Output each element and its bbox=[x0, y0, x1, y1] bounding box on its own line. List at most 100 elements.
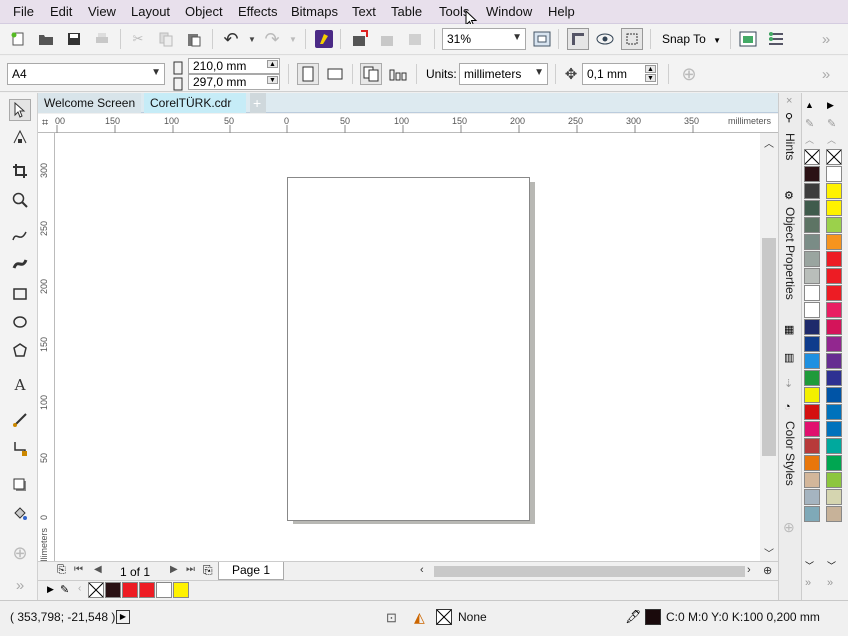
color-swatch[interactable] bbox=[826, 268, 842, 284]
color-swatch[interactable] bbox=[804, 387, 820, 403]
color-swatch[interactable] bbox=[804, 166, 820, 182]
add-tool-icon[interactable]: ⊕ bbox=[10, 543, 30, 563]
document-color-swatch[interactable] bbox=[173, 582, 189, 598]
document-color-icon[interactable]: ⊡ bbox=[386, 610, 397, 626]
tab-document[interactable]: CorelTÜRK.cdr bbox=[144, 93, 246, 113]
publish-pdf-icon[interactable] bbox=[406, 29, 426, 49]
menu-edit[interactable]: Edit bbox=[50, 4, 72, 19]
spin-down-icon[interactable]: ▼ bbox=[645, 74, 656, 82]
color-swatch[interactable] bbox=[804, 183, 820, 199]
menu-file[interactable]: File bbox=[13, 4, 34, 19]
show-rulers-icon[interactable] bbox=[567, 28, 589, 50]
toolbar-overflow-icon[interactable]: » bbox=[816, 29, 836, 49]
new-tab-icon[interactable]: + bbox=[250, 93, 266, 113]
outline-color-swatch[interactable] bbox=[645, 609, 661, 625]
add-page-icon[interactable]: ⎘ bbox=[203, 563, 213, 578]
color-swatch[interactable] bbox=[826, 370, 842, 386]
color-swatch[interactable] bbox=[804, 268, 820, 284]
color-swatch[interactable] bbox=[804, 472, 820, 488]
copy-icon[interactable] bbox=[156, 29, 176, 49]
color-swatch[interactable] bbox=[804, 404, 820, 420]
color-swatch[interactable] bbox=[804, 353, 820, 369]
parallel-dimension-icon[interactable] bbox=[10, 410, 30, 430]
all-pages-icon[interactable] bbox=[360, 63, 382, 85]
tab-welcome-screen[interactable]: Welcome Screen bbox=[38, 93, 142, 113]
ellipse-tool-icon[interactable] bbox=[10, 312, 30, 332]
show-guidelines-icon[interactable] bbox=[621, 28, 643, 50]
landscape-icon[interactable] bbox=[325, 64, 345, 84]
scroll-left-icon[interactable]: ‹ bbox=[420, 564, 424, 576]
scroll-right-icon[interactable]: › bbox=[747, 564, 751, 576]
spin-up-icon[interactable]: ▲ bbox=[267, 60, 278, 68]
document-color-swatch[interactable] bbox=[156, 582, 172, 598]
crop-tool-icon[interactable] bbox=[10, 161, 30, 181]
view-grid-icon[interactable] bbox=[595, 29, 615, 49]
color-swatch[interactable] bbox=[826, 200, 842, 216]
color-swatch[interactable] bbox=[804, 285, 820, 301]
vertical-scrollbar[interactable]: ︿ ﹀ bbox=[760, 133, 778, 561]
eyedropper-icon[interactable]: ✎ bbox=[827, 117, 836, 130]
ruler-origin-icon[interactable]: ⌗ bbox=[42, 117, 48, 130]
page-width-field[interactable]: 210,0 mm ▲ bbox=[188, 58, 280, 74]
color-swatch[interactable] bbox=[826, 438, 842, 454]
color-swatch[interactable] bbox=[804, 200, 820, 216]
menu-object[interactable]: Object bbox=[185, 4, 223, 19]
scroll-down-icon[interactable]: ﹀ bbox=[764, 545, 774, 560]
scroll-up-icon[interactable]: ︿ bbox=[764, 135, 774, 150]
color-swatch[interactable] bbox=[804, 234, 820, 250]
drawing-page[interactable] bbox=[287, 177, 530, 521]
drop-shadow-tool-icon[interactable] bbox=[10, 475, 30, 495]
units-dropdown[interactable]: millimeters ▼ bbox=[459, 63, 548, 85]
page-options-icon[interactable]: ⎘ bbox=[57, 564, 66, 577]
color-swatch[interactable] bbox=[826, 489, 842, 505]
search-content-icon[interactable] bbox=[314, 29, 334, 49]
tab-page-1[interactable]: Page 1 bbox=[218, 562, 284, 580]
color-swatch[interactable] bbox=[826, 251, 842, 267]
color-swatch[interactable] bbox=[826, 404, 842, 420]
status-menu-icon[interactable]: ▶ bbox=[116, 610, 130, 624]
color-swatch[interactable] bbox=[826, 421, 842, 437]
open-folder-icon[interactable] bbox=[36, 29, 56, 49]
menu-window[interactable]: Window bbox=[486, 4, 532, 19]
color-docker-icon[interactable]: ▥ bbox=[784, 351, 794, 364]
fill-none-swatch[interactable] bbox=[436, 609, 452, 625]
palette-scroll-down-icon[interactable]: ﹀ bbox=[827, 559, 836, 572]
add-icon[interactable]: ⊕ bbox=[679, 64, 699, 84]
toolbar-overflow-icon[interactable]: » bbox=[816, 64, 836, 84]
color-swatch[interactable] bbox=[826, 353, 842, 369]
eyedropper-icon[interactable]: ✎ bbox=[805, 117, 814, 130]
zoom-tool-icon[interactable] bbox=[10, 190, 30, 210]
spin-up-icon[interactable]: ▲ bbox=[645, 65, 656, 73]
color-swatch[interactable] bbox=[804, 336, 820, 352]
color-swatch[interactable] bbox=[804, 506, 820, 522]
options-icon[interactable] bbox=[738, 29, 758, 49]
document-color-swatch[interactable] bbox=[105, 582, 121, 598]
object-manager-icon[interactable]: ▦ bbox=[784, 323, 794, 336]
menu-layout[interactable]: Layout bbox=[131, 4, 170, 19]
transform-icon[interactable]: ⇣ bbox=[784, 377, 793, 390]
previous-page-icon[interactable]: ◀ bbox=[94, 564, 102, 575]
text-tool-icon[interactable]: A bbox=[10, 375, 30, 395]
paste-icon[interactable] bbox=[184, 29, 204, 49]
zoom-level-dropdown[interactable]: 31% ▼ bbox=[442, 28, 526, 50]
color-swatch[interactable] bbox=[804, 370, 820, 386]
menu-text[interactable]: Text bbox=[352, 4, 376, 19]
palette-scroll-up-icon[interactable]: ︿ bbox=[805, 133, 814, 146]
color-swatch[interactable] bbox=[826, 472, 842, 488]
horizontal-scroll-thumb[interactable] bbox=[434, 566, 745, 577]
palette-menu-icon[interactable]: ▶ bbox=[47, 584, 54, 595]
next-page-icon[interactable]: ▶ bbox=[170, 564, 178, 575]
color-swatch[interactable] bbox=[826, 455, 842, 471]
color-swatch[interactable] bbox=[826, 319, 842, 335]
export-icon[interactable] bbox=[378, 29, 398, 49]
cut-icon[interactable]: ✂ bbox=[128, 29, 148, 49]
color-swatch[interactable] bbox=[826, 166, 842, 182]
color-swatch[interactable] bbox=[804, 455, 820, 471]
last-page-icon[interactable]: ⏭ bbox=[186, 564, 195, 575]
color-swatch[interactable] bbox=[826, 336, 842, 352]
close-icon[interactable]: × bbox=[786, 95, 792, 107]
polygon-tool-icon[interactable] bbox=[10, 340, 30, 360]
snap-to-dropdown[interactable]: Snap To ▼ bbox=[662, 32, 721, 46]
menu-table[interactable]: Table bbox=[391, 4, 422, 19]
eyedropper-icon[interactable]: ✎ bbox=[60, 583, 69, 596]
